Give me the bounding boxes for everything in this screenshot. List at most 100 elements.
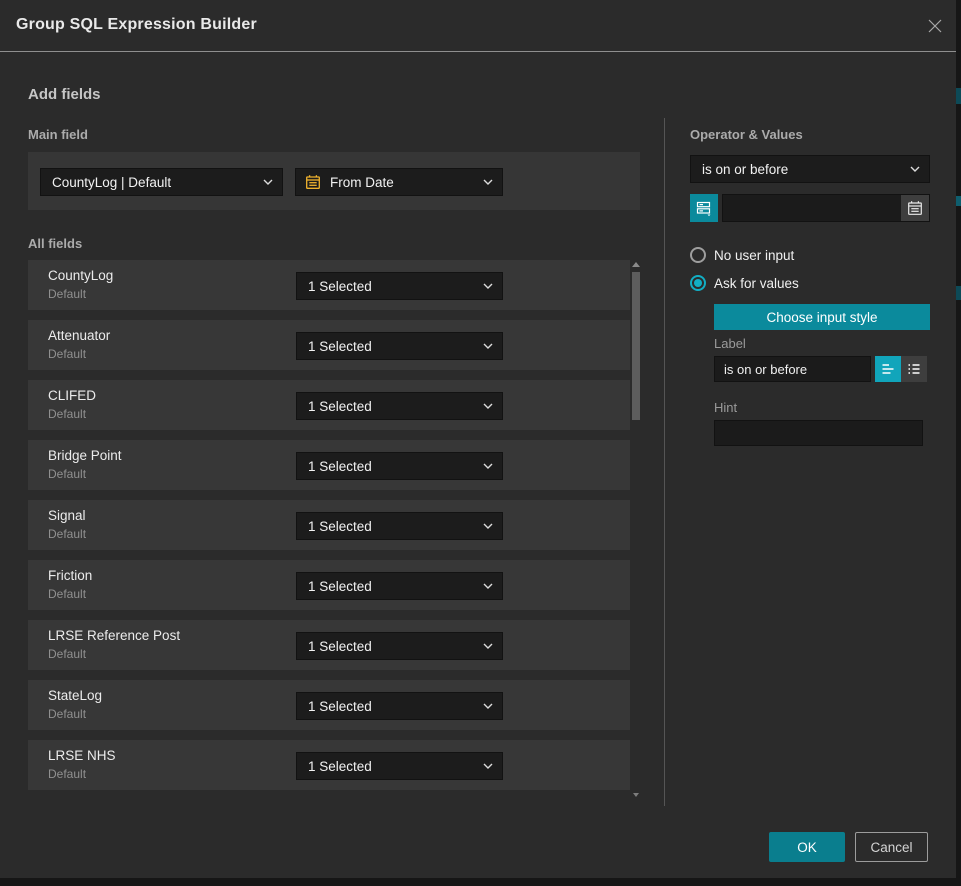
field-name: CLIFED <box>48 388 96 403</box>
layer-select-value: CountyLog | Default <box>41 175 263 190</box>
field-subtype: Default <box>48 527 86 541</box>
chevron-down-icon <box>483 763 502 769</box>
values-select-value: 1 Selected <box>297 639 483 654</box>
values-select[interactable]: 1 Selected <box>296 692 503 720</box>
field-row: CountyLog Default 1 Selected <box>28 260 630 310</box>
field-name: Friction <box>48 568 92 583</box>
field-row: LRSE Reference Post Default 1 Selected <box>28 620 630 670</box>
field-row: Friction Default 1 Selected <box>28 560 630 610</box>
input-style-list-toggle[interactable] <box>901 356 927 382</box>
calendar-icon <box>296 174 321 190</box>
chevron-down-icon <box>483 643 502 649</box>
operator-values-heading: Operator & Values <box>690 127 803 142</box>
field-row: Attenuator Default 1 Selected <box>28 320 630 370</box>
values-select-value: 1 Selected <box>297 279 483 294</box>
chevron-down-icon <box>263 179 282 185</box>
label-input[interactable] <box>714 356 871 382</box>
values-select-value: 1 Selected <box>297 459 483 474</box>
field-subtype: Default <box>48 647 86 661</box>
main-field-select[interactable]: From Date <box>295 168 503 196</box>
field-name: StateLog <box>48 688 102 703</box>
all-fields-label: All fields <box>28 236 82 251</box>
background-accent-sliver <box>956 88 961 104</box>
field-subtype: Default <box>48 767 86 781</box>
field-subtype: Default <box>48 467 86 481</box>
dialog-header: Group SQL Expression Builder <box>0 0 956 52</box>
field-row: CLIFED Default 1 Selected <box>28 380 630 430</box>
dialog-title: Group SQL Expression Builder <box>16 16 257 34</box>
scrollbar-thumb[interactable] <box>632 272 640 420</box>
hint-caption: Hint <box>714 400 737 415</box>
panel-divider <box>664 118 665 806</box>
all-fields-list: CountyLog Default 1 Selected Attenuator … <box>28 260 630 800</box>
radio-label: No user input <box>714 248 794 263</box>
scrollbar-down-arrow-icon[interactable] <box>633 793 639 797</box>
cancel-button[interactable]: Cancel <box>855 832 928 862</box>
label-caption: Label <box>714 336 746 351</box>
values-select[interactable]: 1 Selected <box>296 452 503 480</box>
chevron-down-icon <box>483 703 502 709</box>
radio-ask-for-values[interactable]: Ask for values <box>690 274 799 292</box>
values-select-value: 1 Selected <box>297 579 483 594</box>
radio-label: Ask for values <box>714 276 799 291</box>
chevron-down-icon <box>483 283 502 289</box>
field-name: Attenuator <box>48 328 110 343</box>
field-row: LRSE NHS Default 1 Selected <box>28 740 630 790</box>
field-row: Signal Default 1 Selected <box>28 500 630 550</box>
background-accent-sliver <box>956 286 961 300</box>
chevron-down-icon <box>483 463 502 469</box>
choose-input-style-button[interactable]: Choose input style <box>714 304 930 330</box>
field-name: LRSE Reference Post <box>48 628 180 643</box>
value-input-wrapper <box>722 194 930 222</box>
field-subtype: Default <box>48 587 86 601</box>
field-row: Bridge Point Default 1 Selected <box>28 440 630 490</box>
field-subtype: Default <box>48 407 86 421</box>
add-fields-heading: Add fields <box>28 86 101 103</box>
field-name: CountyLog <box>48 268 113 283</box>
field-subtype: Default <box>48 707 86 721</box>
operator-select[interactable]: is on or before <box>690 155 930 183</box>
values-select[interactable]: 1 Selected <box>296 572 503 600</box>
main-field-box: CountyLog | Default From Date <box>28 152 640 210</box>
field-name: Signal <box>48 508 86 523</box>
field-name: Bridge Point <box>48 448 122 463</box>
field-row: StateLog Default 1 Selected <box>28 680 630 730</box>
field-subtype: Default <box>48 347 86 361</box>
close-icon[interactable] <box>924 15 946 37</box>
radio-checked-icon <box>690 275 706 291</box>
values-select[interactable]: 1 Selected <box>296 392 503 420</box>
unique-values-button[interactable] <box>690 194 718 222</box>
main-field-select-value: From Date <box>321 175 483 190</box>
radio-no-user-input[interactable]: No user input <box>690 246 794 264</box>
values-select[interactable]: 1 Selected <box>296 632 503 660</box>
values-select-value: 1 Selected <box>297 399 483 414</box>
operator-select-value: is on or before <box>691 162 910 177</box>
hint-input[interactable] <box>714 420 923 446</box>
chevron-down-icon <box>910 166 929 172</box>
chevron-down-icon <box>483 523 502 529</box>
values-select[interactable]: 1 Selected <box>296 272 503 300</box>
value-input[interactable] <box>723 195 915 221</box>
field-subtype: Default <box>48 287 86 301</box>
calendar-picker-icon[interactable] <box>901 195 929 221</box>
scrollbar-up-arrow-icon[interactable] <box>632 262 640 267</box>
values-select-value: 1 Selected <box>297 699 483 714</box>
chevron-down-icon <box>483 583 502 589</box>
background-accent-sliver <box>956 196 961 206</box>
input-style-text-toggle[interactable] <box>875 356 901 382</box>
values-select-value: 1 Selected <box>297 759 483 774</box>
values-select[interactable]: 1 Selected <box>296 752 503 780</box>
chevron-down-icon <box>483 179 502 185</box>
radio-icon <box>690 247 706 263</box>
values-select[interactable]: 1 Selected <box>296 512 503 540</box>
chevron-down-icon <box>483 343 502 349</box>
chevron-down-icon <box>483 403 502 409</box>
group-sql-expression-builder-dialog: Group SQL Expression Builder Add fields … <box>0 0 956 878</box>
field-name: LRSE NHS <box>48 748 116 763</box>
values-select-value: 1 Selected <box>297 339 483 354</box>
values-select[interactable]: 1 Selected <box>296 332 503 360</box>
main-field-label: Main field <box>28 127 88 142</box>
layer-select[interactable]: CountyLog | Default <box>40 168 283 196</box>
values-select-value: 1 Selected <box>297 519 483 534</box>
ok-button[interactable]: OK <box>769 832 845 862</box>
